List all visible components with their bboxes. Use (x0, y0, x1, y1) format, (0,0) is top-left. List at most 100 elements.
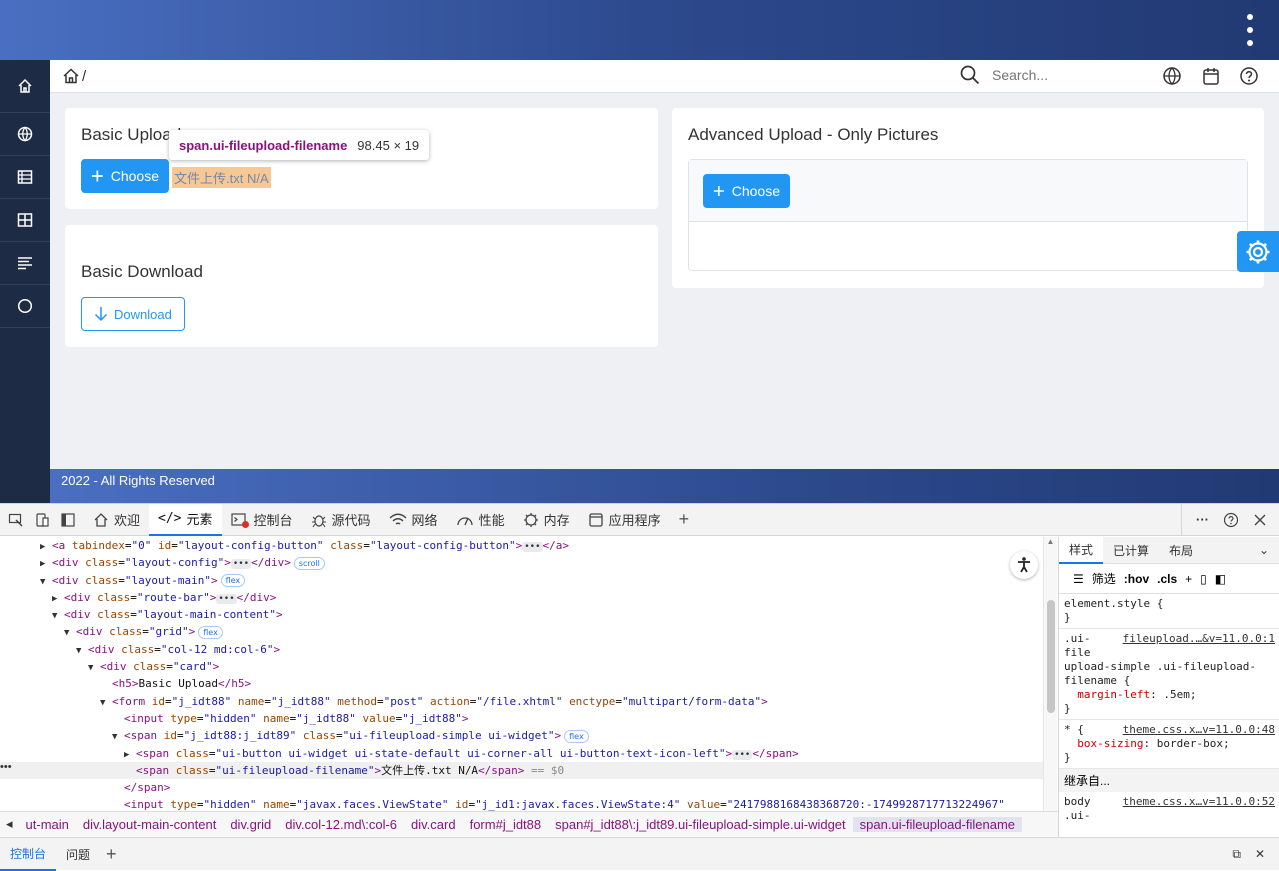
search-input[interactable] (992, 67, 1142, 83)
tab-memory[interactable]: 内存 (514, 504, 579, 536)
globe-icon[interactable] (1162, 66, 1182, 86)
dom-node[interactable]: ▼ <form id="j_idt88" name="j_idt88" metho… (0, 693, 1043, 710)
dom-node[interactable]: ▼ <div class="col-12 md:col-6"> (0, 641, 1043, 658)
sidebar-item-globe[interactable] (0, 113, 50, 156)
plus-icon (713, 185, 724, 197)
more-menu-icon[interactable] (1243, 14, 1257, 46)
arrow-down-icon (94, 307, 108, 322)
tab-application[interactable]: 应用程序 (579, 504, 670, 536)
more-icon[interactable]: ··· (1196, 512, 1209, 527)
wifi-icon (389, 513, 407, 525)
hov-toggle[interactable]: :hov (1124, 572, 1149, 586)
add-tab-button[interactable]: + (670, 504, 699, 536)
dock-drawer-icon[interactable]: ⧉ (1232, 847, 1241, 862)
paint-icon[interactable]: ▯ (1200, 572, 1207, 586)
dom-crumb[interactable]: span.ui-fileupload-filename (852, 816, 1023, 832)
chevron-down-icon[interactable]: ⌄ (1259, 543, 1279, 557)
devtools-window-controls: ··· (1181, 503, 1279, 536)
dom-scrollbar[interactable]: ▲ (1043, 537, 1057, 811)
tab-elements[interactable]: </> 元素 (149, 503, 222, 536)
dom-node[interactable]: ▶ <div class="route-bar"> ••• </div> (0, 589, 1043, 606)
dom-node-markup: <div class="grid"> flex (76, 625, 223, 639)
dom-crumb[interactable]: form#j_idt88 (463, 817, 549, 832)
calendar-icon[interactable] (1201, 66, 1221, 86)
dom-crumb[interactable]: div.grid (223, 817, 278, 832)
dom-crumb[interactable]: div.card (404, 817, 463, 832)
drawer-add-icon[interactable]: + (100, 844, 123, 865)
dom-node-markup: </span> (124, 781, 171, 795)
rule-source[interactable]: theme.css.x…v=11.0.0:52 (1123, 795, 1275, 809)
dom-node[interactable]: <input type="hidden" name="j_idt88" valu… (0, 710, 1043, 727)
filter-input[interactable]: 筛选 (1092, 570, 1116, 587)
rule-source[interactable]: fileupload.…&v=11.0.0:1 (1123, 632, 1275, 646)
dom-node-markup: <form id="j_idt88" name="j_idt88" method… (112, 694, 768, 708)
dom-node[interactable]: <span class="ui-fileupload-filename">文件上… (0, 761, 1043, 780)
scrollbar-thumb[interactable] (1047, 600, 1055, 713)
accessibility-icon[interactable] (1010, 551, 1038, 579)
inspect-icon[interactable] (8, 512, 24, 528)
dom-node[interactable]: ▼ <span id="j_idt88:j_idt89" class="ui-fi… (0, 727, 1043, 744)
dom-node-markup: <div class="card"> (100, 660, 220, 674)
dom-crumb[interactable]: span#j_idt88\:j_idt89.ui-fileupload-simp… (548, 817, 853, 832)
tab-sources[interactable]: 源代码 (302, 504, 380, 536)
tab-welcome[interactable]: 欢迎 (84, 504, 149, 536)
devtools-toolbar-icons (0, 512, 84, 528)
devtools-drawer-bar: 控制台 问题 + ⧉ ✕ (0, 837, 1279, 871)
tab-network[interactable]: 网络 (380, 504, 447, 536)
dom-breadcrumbs: ◂ ut-main div.layout-main-content div.grid d… (0, 811, 1058, 836)
sidebar-item-home[interactable] (0, 60, 50, 113)
add-rule-icon[interactable]: + (1185, 572, 1192, 586)
dom-node[interactable]: ▶ <div class="layout-config"> ••• </div> scr… (0, 554, 1043, 571)
close-icon[interactable] (1253, 513, 1267, 527)
home-icon[interactable] (62, 67, 80, 85)
tab-styles[interactable]: 样式 (1059, 537, 1104, 564)
dom-node[interactable]: </span> (0, 779, 1043, 796)
plus-icon (91, 170, 103, 182)
search-box (960, 65, 1142, 85)
sidebar-item-text[interactable] (0, 242, 50, 285)
dom-node[interactable]: ▶ <a tabindex="0" id="layout-config-butto… (0, 537, 1043, 554)
dom-node[interactable]: ▶ <span class="ui-button ui-widget ui-sta… (0, 745, 1043, 762)
crumb-scroll-left-icon[interactable]: ◂ (0, 816, 19, 832)
choose-button[interactable]: Choose (703, 174, 790, 208)
layout-config-button[interactable] (1237, 231, 1279, 272)
dom-node[interactable]: ▼ <div class="grid"> flex (0, 623, 1043, 640)
dom-crumb[interactable]: div.layout-main-content (76, 817, 223, 832)
drawer-tab-issues[interactable]: 问题 (56, 846, 100, 863)
sidebar-item-list[interactable] (0, 156, 50, 199)
devtools-tabbar: 欢迎 </> 元素 控制台 源代码 网络 性能 内存 应用程序 + ··· (0, 503, 1279, 536)
rule-source[interactable]: theme.css.x…v=11.0.0:48 (1123, 723, 1275, 737)
console-icon (230, 512, 249, 528)
search-icon[interactable] (960, 65, 980, 85)
cls-toggle[interactable]: .cls (1157, 572, 1177, 586)
dock-icon[interactable] (60, 512, 76, 528)
basic-download-card: Basic Download Download (65, 225, 658, 347)
device-icon[interactable] (34, 512, 50, 528)
tab-console[interactable]: 控制台 (222, 504, 302, 536)
dom-node[interactable]: ▼ <div class="layout-main"> flex (0, 572, 1043, 589)
scroll-up-icon[interactable]: ▲ (1044, 537, 1057, 546)
download-button[interactable]: Download (81, 297, 185, 331)
help-icon[interactable] (1239, 66, 1259, 86)
tab-performance[interactable]: 性能 (447, 504, 514, 536)
rule-universal: theme.css.x…v=11.0.0:48 * { box-sizing: b… (1059, 720, 1279, 769)
dom-tree[interactable]: ▶ <a tabindex="0" id="layout-config-butto… (0, 537, 1043, 811)
dom-node[interactable]: ▼ <div class="layout-main-content"> (0, 606, 1043, 623)
drawer-tab-console[interactable]: 控制台 (0, 838, 57, 871)
card-title: Basic Download (81, 262, 203, 281)
sidebar-item-grid[interactable] (0, 199, 50, 242)
dom-node[interactable]: ▼ <div class="card"> (0, 658, 1043, 675)
dom-node[interactable]: <h5>Basic Upload</h5> (0, 675, 1043, 692)
dom-crumb[interactable]: ut-main (19, 817, 76, 832)
tab-label: 布局 (1169, 543, 1194, 558)
tab-computed[interactable]: 已计算 (1103, 537, 1159, 564)
sidebar-item-circle[interactable] (0, 285, 50, 328)
tab-layout[interactable]: 布局 (1159, 537, 1203, 564)
dom-crumb[interactable]: div.col-12.md\:col-6 (278, 817, 404, 832)
choose-button[interactable]: Choose (81, 159, 169, 193)
sidebar-toggle-icon[interactable]: ◧ (1215, 572, 1226, 586)
close-drawer-icon[interactable]: ✕ (1255, 847, 1265, 862)
help-icon[interactable] (1223, 512, 1239, 528)
sidebar (0, 60, 50, 503)
dom-node[interactable]: <input type="hidden" name="javax.faces.V… (0, 796, 1043, 811)
